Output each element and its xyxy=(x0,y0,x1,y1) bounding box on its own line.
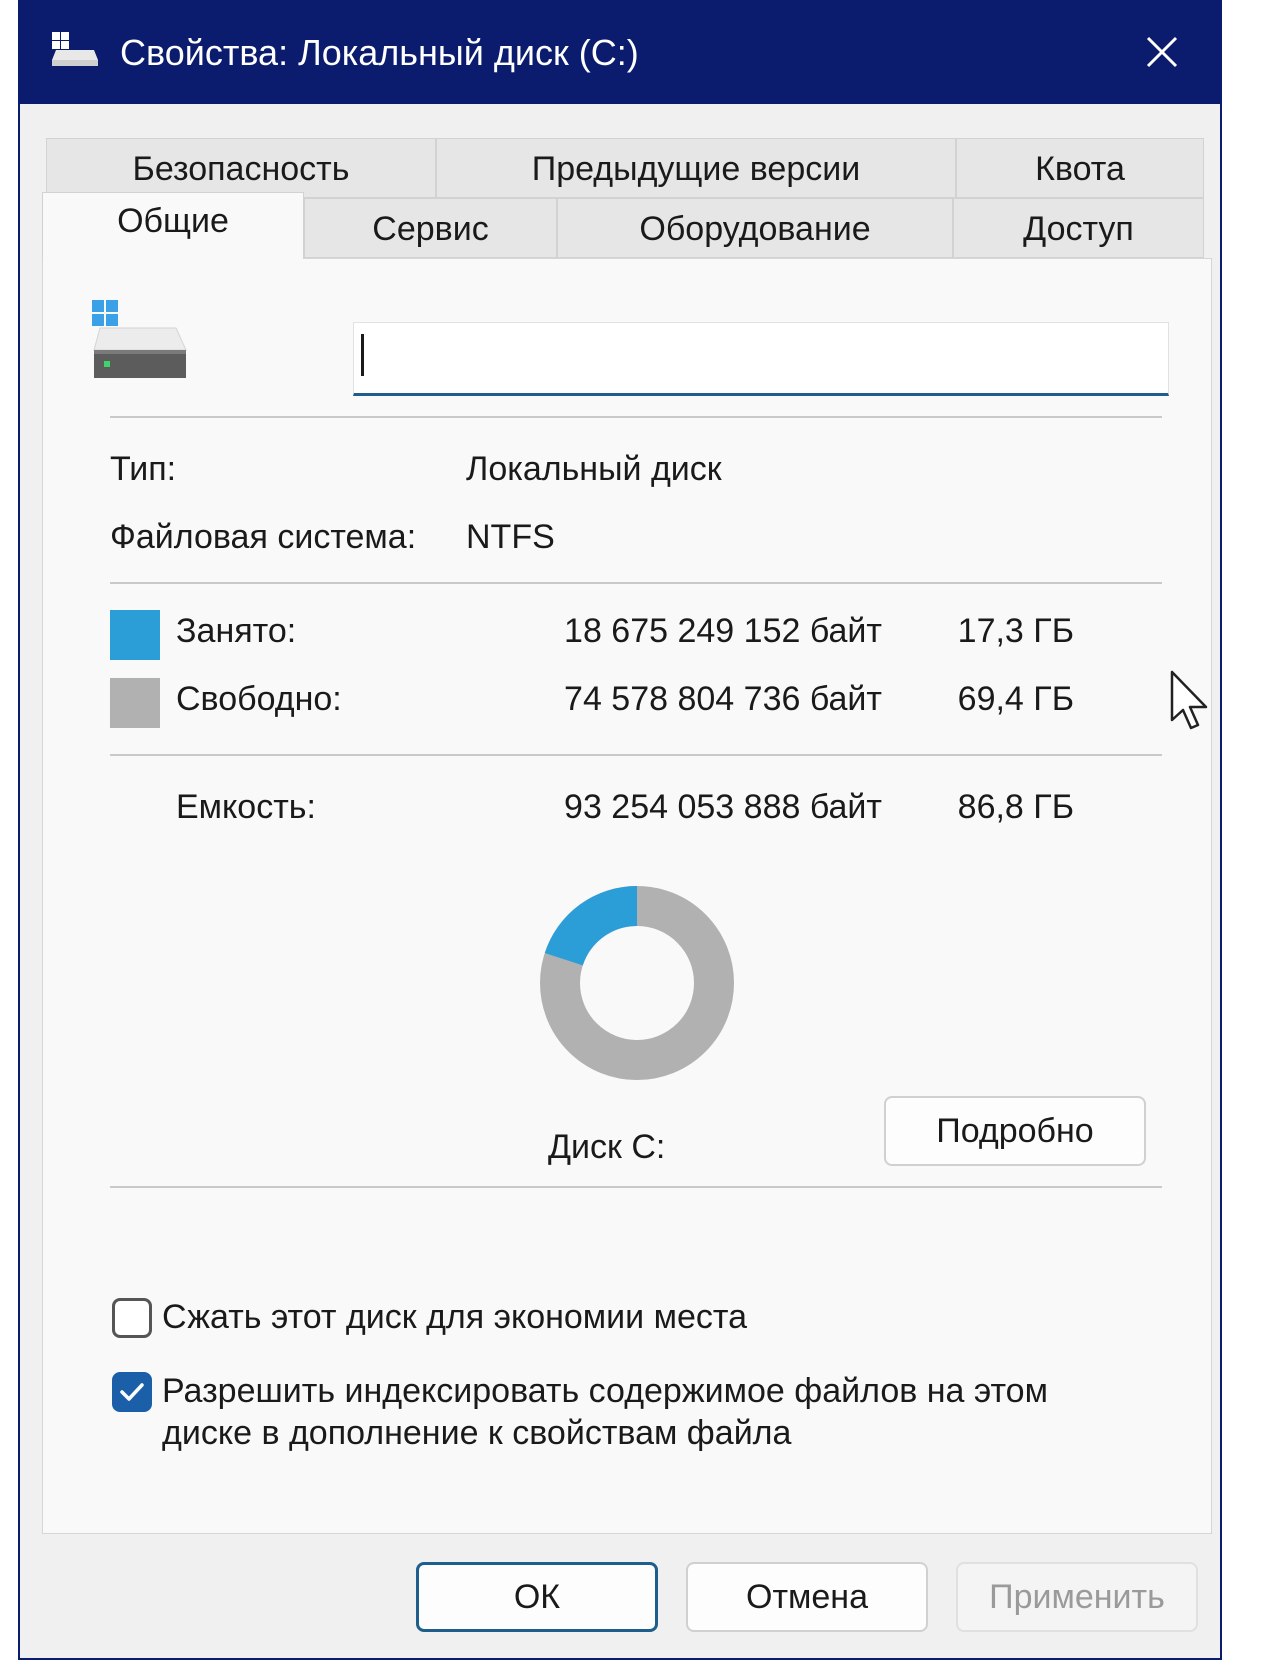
compress-checkbox[interactable] xyxy=(112,1298,152,1338)
tab-label: Безопасность xyxy=(132,150,350,188)
tab-quota[interactable]: Квота xyxy=(956,138,1204,198)
tab-label: Сервис xyxy=(372,210,489,248)
title-bar[interactable]: Свойства: Локальный диск (C:) xyxy=(20,2,1220,104)
window-title: Свойства: Локальный диск (C:) xyxy=(120,32,639,73)
tab-tools[interactable]: Сервис xyxy=(304,198,557,258)
used-space-arc xyxy=(544,886,638,967)
filesystem-label: Файловая система: xyxy=(110,518,417,556)
disk-usage-donut xyxy=(540,886,734,1080)
filesystem-value: NTFS xyxy=(466,518,555,556)
drive-icon xyxy=(52,32,98,66)
index-label-line2[interactable]: диске в дополнение к свойствам файла xyxy=(162,1414,791,1453)
capacity-label: Емкость: xyxy=(176,788,316,826)
index-label-line1[interactable]: Разрешить индексировать содержимое файло… xyxy=(162,1372,1048,1411)
properties-window: Свойства: Локальный диск (C:) Безопаснос… xyxy=(18,0,1222,1660)
apply-button: Применить xyxy=(956,1562,1198,1632)
used-space-swatch xyxy=(110,610,160,660)
used-size: 17,3 ГБ xyxy=(957,612,1074,650)
type-value: Локальный диск xyxy=(466,450,722,488)
capacity-size: 86,8 ГБ xyxy=(957,788,1074,826)
free-bytes: 74 578 804 736 байт xyxy=(564,680,882,718)
index-checkbox[interactable] xyxy=(112,1372,152,1412)
tab-label: Оборудование xyxy=(639,210,871,248)
free-label: Свободно: xyxy=(176,680,342,718)
tab-label: Общие xyxy=(117,202,229,240)
used-bytes: 18 675 249 152 байт xyxy=(564,612,882,650)
capacity-bytes: 93 254 053 888 байт xyxy=(564,788,882,826)
windows-drive-icon xyxy=(92,300,187,378)
tab-general[interactable]: Общие xyxy=(42,192,304,259)
divider xyxy=(110,754,1162,756)
drive-name-input[interactable] xyxy=(353,322,1169,396)
tab-sharing[interactable]: Доступ xyxy=(953,198,1204,258)
details-button[interactable]: Подробно xyxy=(884,1096,1146,1166)
compress-label[interactable]: Сжать этот диск для экономии места xyxy=(162,1298,747,1337)
close-icon[interactable] xyxy=(1134,24,1190,80)
cancel-button[interactable]: Отмена xyxy=(686,1562,928,1632)
tab-security[interactable]: Безопасность xyxy=(46,138,436,198)
tab-hardware[interactable]: Оборудование xyxy=(557,198,953,258)
tab-previous-versions[interactable]: Предыдущие версии xyxy=(436,138,956,198)
free-size: 69,4 ГБ xyxy=(957,680,1074,718)
used-label: Занято: xyxy=(176,612,297,650)
checkmark-icon xyxy=(120,1383,144,1401)
tab-label: Доступ xyxy=(1023,210,1134,248)
divider xyxy=(110,1186,1162,1188)
divider xyxy=(110,582,1162,584)
ok-button[interactable]: ОК xyxy=(416,1562,658,1632)
tab-label: Квота xyxy=(1035,150,1125,188)
text-caret xyxy=(361,334,364,376)
disk-label: Диск C: xyxy=(548,1128,666,1166)
free-space-swatch xyxy=(110,678,160,728)
type-label: Тип: xyxy=(110,450,177,488)
mouse-pointer-icon xyxy=(1170,670,1208,730)
tab-label: Предыдущие версии xyxy=(531,150,861,188)
divider xyxy=(110,416,1162,418)
